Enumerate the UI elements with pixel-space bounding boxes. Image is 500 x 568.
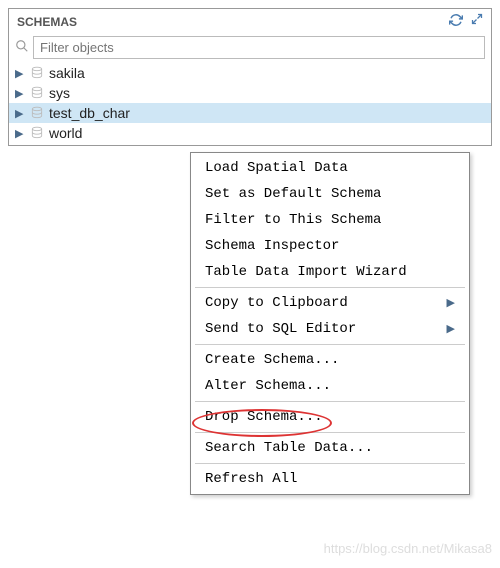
menu-label: Alter Schema... [205,378,331,394]
menu-schema-inspector[interactable]: Schema Inspector [191,233,469,259]
menu-label: Schema Inspector [205,238,339,254]
expand-arrow-icon[interactable]: ▶ [15,107,25,120]
schema-item-test-db-char[interactable]: ▶ test_db_char [9,103,491,123]
menu-create-schema[interactable]: Create Schema... [191,347,469,373]
search-row [9,34,491,61]
submenu-arrow-icon: ▶ [447,296,455,310]
filter-input[interactable] [33,36,485,59]
database-icon [29,126,45,140]
watermark-text: https://blog.csdn.net/Mikasa8 [324,541,492,556]
menu-load-spatial-data[interactable]: Load Spatial Data [191,155,469,181]
database-icon [29,86,45,100]
search-icon [15,39,29,56]
context-menu: Load Spatial Data Set as Default Schema … [190,152,470,495]
menu-refresh-all[interactable]: Refresh All [191,466,469,492]
menu-separator [195,463,465,464]
menu-label: Send to SQL Editor [205,321,356,337]
menu-separator [195,401,465,402]
expand-arrow-icon[interactable]: ▶ [15,87,25,100]
menu-filter-to-schema[interactable]: Filter to This Schema [191,207,469,233]
schema-label: world [49,125,82,141]
menu-label: Copy to Clipboard [205,295,348,311]
expand-arrow-icon[interactable]: ▶ [15,127,25,140]
database-icon [29,106,45,120]
menu-label: Set as Default Schema [205,186,381,202]
menu-label: Refresh All [205,471,297,487]
menu-label: Table Data Import Wizard [205,264,407,280]
menu-copy-clipboard[interactable]: Copy to Clipboard ▶ [191,290,469,316]
expand-arrow-icon[interactable]: ▶ [15,67,25,80]
menu-label: Filter to This Schema [205,212,381,228]
menu-table-import-wizard[interactable]: Table Data Import Wizard [191,259,469,285]
schema-label: test_db_char [49,105,130,121]
menu-separator [195,344,465,345]
menu-separator [195,432,465,433]
menu-separator [195,287,465,288]
schema-item-sys[interactable]: ▶ sys [9,83,491,103]
schemas-panel: SCHEMAS ▶ sakila ▶ sys ▶ tes [8,8,492,146]
submenu-arrow-icon: ▶ [447,322,455,336]
menu-search-table-data[interactable]: Search Table Data... [191,435,469,461]
schema-label: sakila [49,65,85,81]
expand-icon[interactable] [471,13,483,30]
panel-header: SCHEMAS [9,9,491,34]
schema-label: sys [49,85,70,101]
menu-label: Load Spatial Data [205,160,348,176]
schema-tree: ▶ sakila ▶ sys ▶ test_db_char ▶ world [9,61,491,145]
menu-set-default-schema[interactable]: Set as Default Schema [191,181,469,207]
menu-alter-schema[interactable]: Alter Schema... [191,373,469,399]
schema-item-world[interactable]: ▶ world [9,123,491,143]
schema-item-sakila[interactable]: ▶ sakila [9,63,491,83]
header-toolbar [449,13,483,30]
menu-label: Create Schema... [205,352,339,368]
panel-title: SCHEMAS [17,15,77,29]
database-icon [29,66,45,80]
menu-label: Drop Schema... [205,409,323,425]
menu-drop-schema[interactable]: Drop Schema... [191,404,469,430]
menu-send-sql-editor[interactable]: Send to SQL Editor ▶ [191,316,469,342]
refresh-icon[interactable] [449,13,463,30]
menu-label: Search Table Data... [205,440,373,456]
